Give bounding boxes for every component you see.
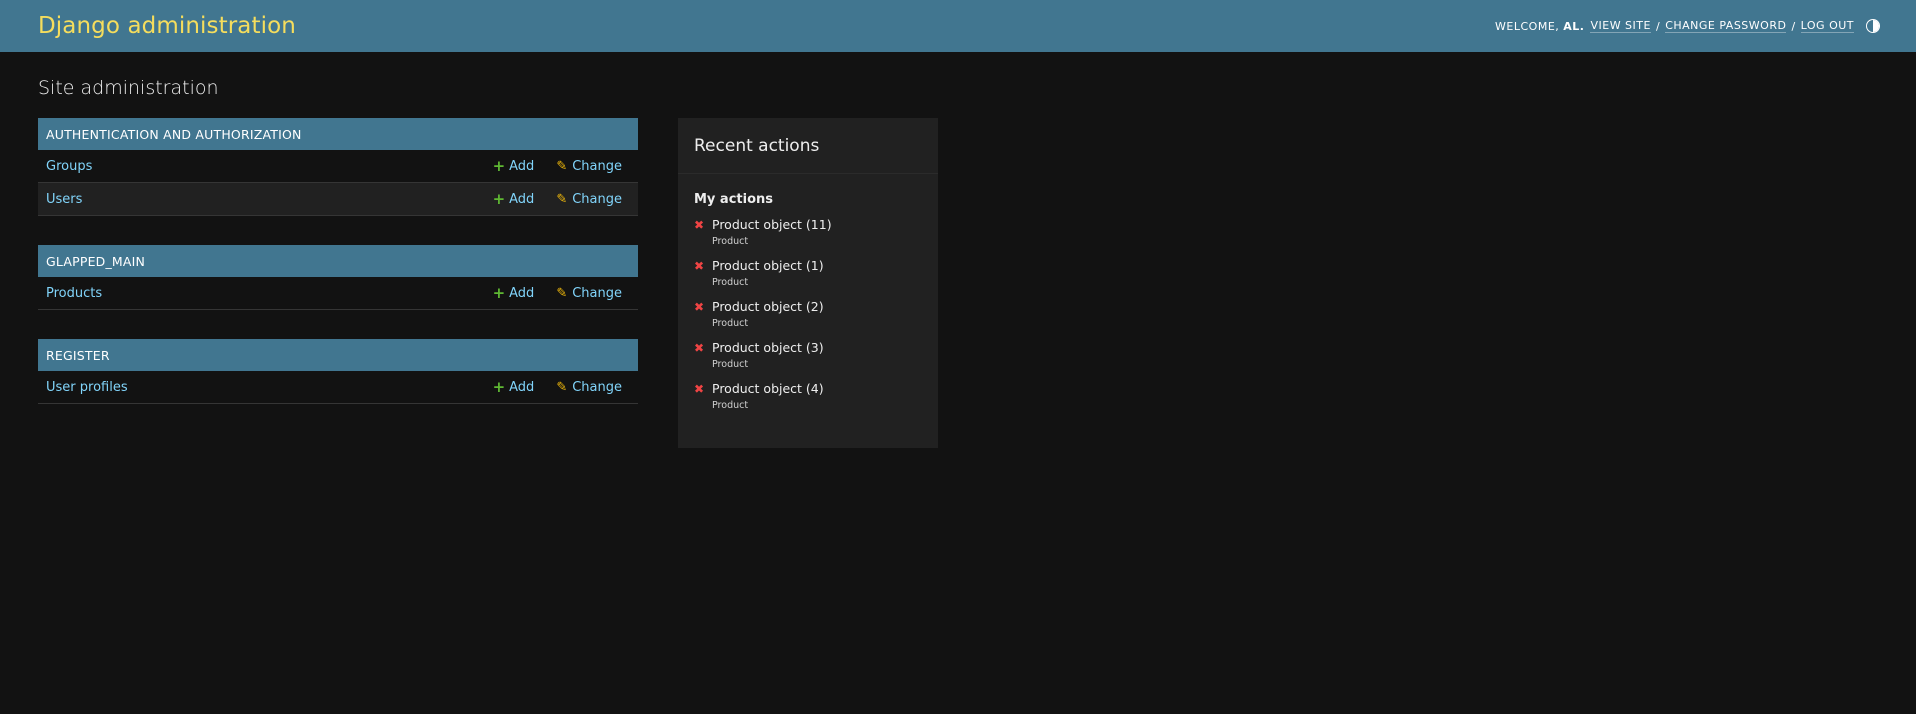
user-tools: WELCOME, AL. VIEW SITE / CHANGE PASSWORD… — [1495, 19, 1880, 33]
recent-actions-panel: Recent actions My actions ✖ Product obje… — [678, 118, 938, 448]
module-register: REGISTER User profiles + Add ✎ Change — [38, 339, 638, 404]
app-list: AUTHENTICATION AND AUTHORIZATION Groups … — [38, 118, 638, 433]
welcome-text: WELCOME, — [1495, 19, 1560, 33]
action-text: Product object (4) Product — [712, 381, 824, 414]
recent-actions-list: ✖ Product object (11) Product ✖ Product … — [678, 217, 938, 414]
plus-icon: + — [492, 189, 506, 208]
action-title[interactable]: Product object (3) — [712, 340, 824, 356]
action-title[interactable]: Product object (2) — [712, 299, 824, 315]
change-label: Change — [572, 158, 622, 174]
model-link-user-profiles[interactable]: User profiles — [46, 380, 128, 395]
action-title[interactable]: Product object (1) — [712, 258, 824, 274]
action-type: Product — [712, 236, 749, 247]
pencil-icon: ✎ — [556, 191, 568, 207]
action-title[interactable]: Product object (4) — [712, 381, 824, 397]
model-actions: + Add ✎ Change — [492, 283, 622, 302]
list-item: ✖ Product object (4) Product — [694, 381, 922, 414]
list-item: ✖ Product object (1) Product — [694, 258, 922, 291]
add-label: Add — [509, 285, 535, 301]
add-products-button[interactable]: + Add — [492, 283, 535, 302]
cross-icon: ✖ — [694, 300, 705, 314]
change-label: Change — [572, 379, 622, 395]
change-users-button[interactable]: ✎ Change — [556, 192, 622, 207]
add-label: Add — [509, 191, 535, 207]
cross-icon: ✖ — [694, 259, 705, 273]
module-glapped-main: GLAPPED_MAIN Products + Add ✎ Change — [38, 245, 638, 310]
action-text: Product object (2) Product — [712, 299, 824, 332]
list-item: ✖ Product object (3) Product — [694, 340, 922, 373]
change-password-link[interactable]: CHANGE PASSWORD — [1665, 19, 1787, 33]
site-branding[interactable]: Django administration — [38, 13, 296, 39]
pencil-icon: ✎ — [556, 379, 568, 395]
model-actions: + Add ✎ Change — [492, 189, 622, 208]
list-item: ✖ Product object (11) Product — [694, 217, 922, 250]
action-text: Product object (3) Product — [712, 340, 824, 373]
site-header: Django administration WELCOME, AL. VIEW … — [0, 0, 1916, 52]
module-auth: AUTHENTICATION AND AUTHORIZATION Groups … — [38, 118, 638, 216]
my-actions-title: My actions — [694, 192, 774, 207]
module-caption[interactable]: REGISTER — [38, 339, 638, 371]
action-title[interactable]: Product object (11) — [712, 217, 832, 233]
cross-icon: ✖ — [694, 218, 705, 232]
model-row-users: Users + Add ✎ Change — [38, 183, 638, 216]
change-label: Change — [572, 285, 622, 301]
add-user-profiles-button[interactable]: + Add — [492, 377, 535, 396]
change-groups-button[interactable]: ✎ Change — [556, 159, 622, 174]
model-row-user-profiles: User profiles + Add ✎ Change — [38, 371, 638, 404]
module-caption[interactable]: GLAPPED_MAIN — [38, 245, 638, 277]
action-text: Product object (1) Product — [712, 258, 824, 291]
model-link-users[interactable]: Users — [46, 192, 82, 207]
page-title: Site administration — [38, 77, 219, 99]
list-item: ✖ Product object (2) Product — [694, 299, 922, 332]
module-caption[interactable]: AUTHENTICATION AND AUTHORIZATION — [38, 118, 638, 150]
model-row-groups: Groups + Add ✎ Change — [38, 150, 638, 183]
action-type: Product — [712, 318, 749, 329]
model-actions: + Add ✎ Change — [492, 156, 622, 175]
model-row-products: Products + Add ✎ Change — [38, 277, 638, 310]
add-users-button[interactable]: + Add — [492, 189, 535, 208]
model-link-groups[interactable]: Groups — [46, 159, 92, 174]
model-actions: + Add ✎ Change — [492, 377, 622, 396]
cross-icon: ✖ — [694, 341, 705, 355]
action-text: Product object (11) Product — [712, 217, 832, 250]
view-site-link[interactable]: VIEW SITE — [1590, 19, 1651, 33]
theme-toggle-icon[interactable] — [1866, 19, 1880, 33]
action-type: Product — [712, 277, 749, 288]
add-groups-button[interactable]: + Add — [492, 156, 535, 175]
add-label: Add — [509, 379, 535, 395]
plus-icon: + — [492, 283, 506, 302]
change-products-button[interactable]: ✎ Change — [556, 286, 622, 301]
pencil-icon: ✎ — [556, 158, 568, 174]
action-type: Product — [712, 359, 749, 370]
log-out-link[interactable]: LOG OUT — [1800, 19, 1854, 33]
content: Site administration AUTHENTICATION AND A… — [0, 52, 1916, 472]
separator: / — [1655, 19, 1661, 33]
separator: / — [1791, 19, 1796, 33]
cross-icon: ✖ — [694, 382, 705, 396]
columns: AUTHENTICATION AND AUTHORIZATION Groups … — [38, 118, 1878, 448]
plus-icon: + — [492, 377, 506, 396]
change-user-profiles-button[interactable]: ✎ Change — [556, 380, 622, 395]
user-name: AL. — [1563, 19, 1585, 33]
action-type: Product — [712, 400, 749, 411]
add-label: Add — [509, 158, 535, 174]
model-link-products[interactable]: Products — [46, 286, 102, 301]
pencil-icon: ✎ — [556, 285, 568, 301]
recent-actions-title: Recent actions — [678, 118, 938, 174]
change-label: Change — [572, 191, 622, 207]
plus-icon: + — [492, 156, 506, 175]
